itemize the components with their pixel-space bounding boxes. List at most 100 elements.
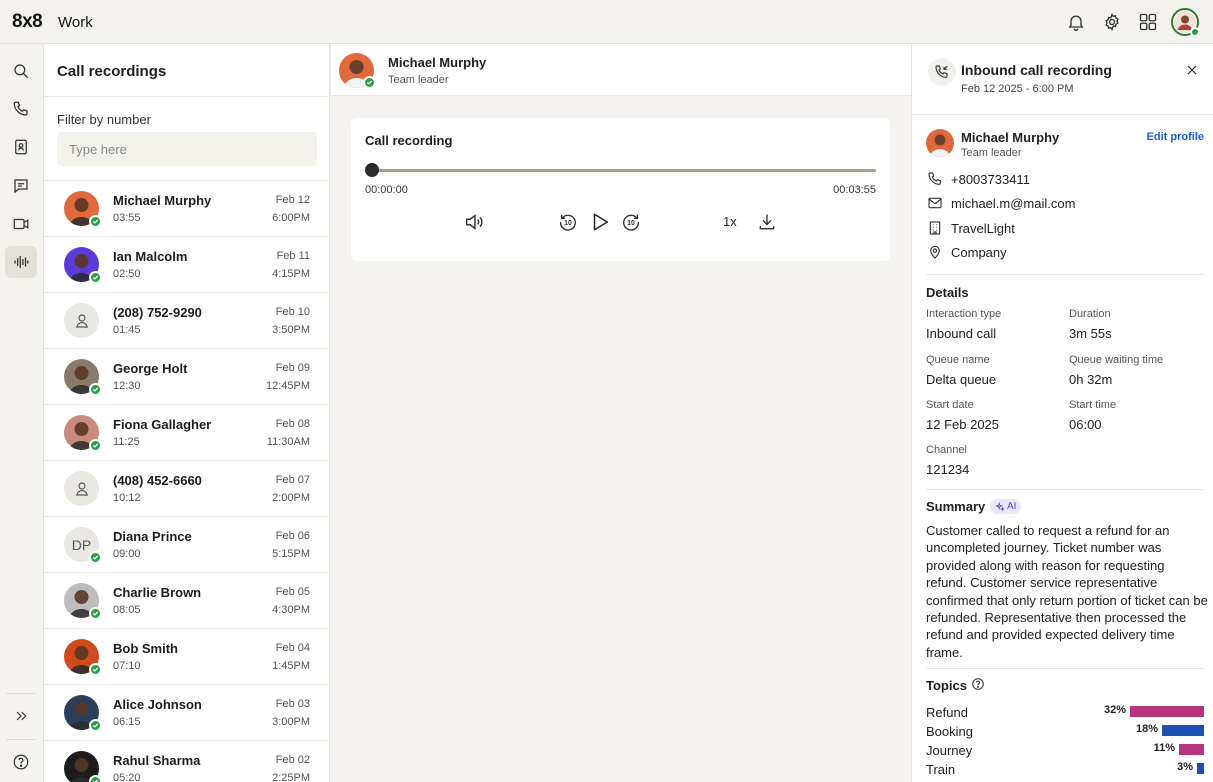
profile-role: Team leader <box>961 147 1022 159</box>
start-time-label: Start time <box>1069 399 1117 411</box>
recording-duration: 07:10 <box>113 660 141 672</box>
recording-date: Feb 09 <box>275 362 310 374</box>
forward-10-icon[interactable]: 10 <box>619 210 643 234</box>
recording-list-item[interactable]: DP Diana Prince 09:00 Feb 06 5:15PM <box>44 516 330 572</box>
recording-time: 2:00PM <box>272 492 310 504</box>
rewind-10-icon[interactable]: 10 <box>556 210 580 234</box>
filter-number-input[interactable] <box>57 132 317 166</box>
edit-profile-link[interactable]: Edit profile <box>1147 131 1204 143</box>
section-divider <box>926 274 1204 275</box>
online-status-icon <box>363 76 376 89</box>
recording-list-item[interactable]: Rahul Sharma 05:20 Feb 02 2:25PM <box>44 740 330 782</box>
help-icon[interactable] <box>971 677 985 691</box>
recording-time: 3:00PM <box>272 716 310 728</box>
bell-icon[interactable] <box>1063 9 1089 35</box>
expand-chevrons-icon[interactable] <box>5 700 37 732</box>
contact-role: Team leader <box>388 74 449 86</box>
recording-name: Diana Prince <box>113 529 192 544</box>
recording-time: 3:50PM <box>272 324 310 336</box>
location-pin-icon <box>926 243 944 261</box>
recording-name: Bob Smith <box>113 641 178 656</box>
topic-label: Train <box>926 762 956 777</box>
elapsed-time: 00:00:00 <box>365 184 408 196</box>
chat-icon[interactable] <box>5 170 37 202</box>
close-icon[interactable] <box>1183 61 1201 79</box>
building-icon <box>926 219 944 237</box>
avatar <box>64 359 102 396</box>
recording-time: 4:30PM <box>272 604 310 616</box>
call-recording-player: Call recording 00:00:00 00:03:55 10 10 1… <box>351 118 890 261</box>
topic-bar <box>1162 725 1204 736</box>
channel-label: Channel <box>926 444 967 456</box>
playback-speed-button[interactable]: 1x <box>723 214 737 229</box>
profile-avatar <box>926 129 954 157</box>
video-icon[interactable] <box>5 208 37 240</box>
recording-list-item[interactable]: Ian Malcolm 02:50 Feb 11 4:15PM <box>44 236 330 292</box>
recording-list-item[interactable]: Michael Murphy 03:55 Feb 12 6:00PM <box>44 180 330 236</box>
svg-text:10: 10 <box>564 220 572 227</box>
top-bar: 8x8 Work <box>0 0 1213 44</box>
recording-list-item[interactable]: Fiona Gallagher 11:25 Feb 08 11:30AM <box>44 404 330 460</box>
recording-duration: 09:00 <box>113 548 141 560</box>
recording-date: Feb 07 <box>275 474 310 486</box>
details-panel: Inbound call recording Feb 12 2025 - 6:0… <box>911 44 1213 782</box>
recording-list-item[interactable]: George Holt 12:30 Feb 09 12:45PM <box>44 348 330 404</box>
recording-time: 5:15PM <box>272 548 310 560</box>
recording-list-item[interactable]: Alice Johnson 06:15 Feb 03 3:00PM <box>44 684 330 740</box>
online-status-icon <box>89 215 102 228</box>
recordings-list: Michael Murphy 03:55 Feb 12 6:00PM Ian Malco… <box>44 180 330 782</box>
recording-name: Fiona Gallagher <box>113 417 212 432</box>
topic-label: Booking <box>926 724 973 739</box>
online-status-icon <box>89 271 102 284</box>
contact-avatar[interactable] <box>339 53 376 89</box>
top-actions <box>1063 8 1200 37</box>
email-address: michael.m@mail.com <box>951 195 1076 211</box>
start-date-value: 12 Feb 2025 <box>926 417 1000 432</box>
recording-date: Feb 04 <box>275 642 310 654</box>
recording-date: Feb 02 <box>275 754 310 766</box>
recording-name: (408) 452-6660 <box>113 473 202 488</box>
recording-name: Rahul Sharma <box>113 753 201 768</box>
recording-date: Feb 05 <box>275 586 310 598</box>
apps-grid-icon[interactable] <box>1135 9 1161 35</box>
start-date-label: Start date <box>926 399 974 411</box>
playback-track[interactable] <box>369 169 876 172</box>
gear-icon[interactable] <box>1099 9 1125 35</box>
recording-duration: 02:50 <box>113 268 141 280</box>
phone-row: +8003733411 <box>926 170 1030 188</box>
search-icon[interactable] <box>5 55 37 87</box>
list-title: Call recordings <box>57 63 167 80</box>
incoming-call-icon <box>928 58 956 86</box>
recording-list-item[interactable]: Charlie Brown 08:05 Feb 05 4:30PM <box>44 572 330 628</box>
help-icon[interactable] <box>5 746 37 778</box>
recording-list-item[interactable]: Bob Smith 07:10 Feb 04 1:45PM <box>44 628 330 684</box>
topic-label: Journey <box>926 743 973 758</box>
company-name-row: TravelLight <box>926 219 1015 237</box>
email-row: michael.m@mail.com <box>926 194 1075 212</box>
queue-name-label: Queue name <box>926 354 990 366</box>
recording-duration: 11:25 <box>113 436 140 448</box>
summary-title: Summary <box>926 499 986 514</box>
download-icon[interactable] <box>755 210 779 234</box>
recording-duration: 05:20 <box>113 772 141 782</box>
online-status-icon <box>89 551 102 564</box>
volume-icon[interactable] <box>462 210 486 234</box>
topic-percentage: 18% <box>1135 723 1158 735</box>
ai-badge-label: AI <box>1007 501 1017 512</box>
phone-icon[interactable] <box>5 93 37 125</box>
user-avatar[interactable] <box>1171 8 1200 37</box>
play-icon[interactable] <box>588 210 612 234</box>
recording-name: Ian Malcolm <box>113 249 188 264</box>
avatar <box>64 191 102 228</box>
recordings-waveform-icon[interactable] <box>5 246 37 278</box>
channel-value: 121234 <box>926 462 970 477</box>
total-time: 00:03:55 <box>833 184 876 196</box>
recording-list-item[interactable]: (208) 752-9290 01:45 Feb 10 3:50PM <box>44 292 330 348</box>
playback-scrubber-handle[interactable] <box>365 163 379 177</box>
interaction-type-label: Interaction type <box>926 308 1002 320</box>
company-label: Company <box>951 244 1007 260</box>
recording-list-item[interactable]: (408) 452-6660 10:12 Feb 07 2:00PM <box>44 460 330 516</box>
player-title: Call recording <box>365 133 453 148</box>
contacts-icon[interactable] <box>5 131 37 163</box>
online-status-icon <box>1190 27 1200 37</box>
